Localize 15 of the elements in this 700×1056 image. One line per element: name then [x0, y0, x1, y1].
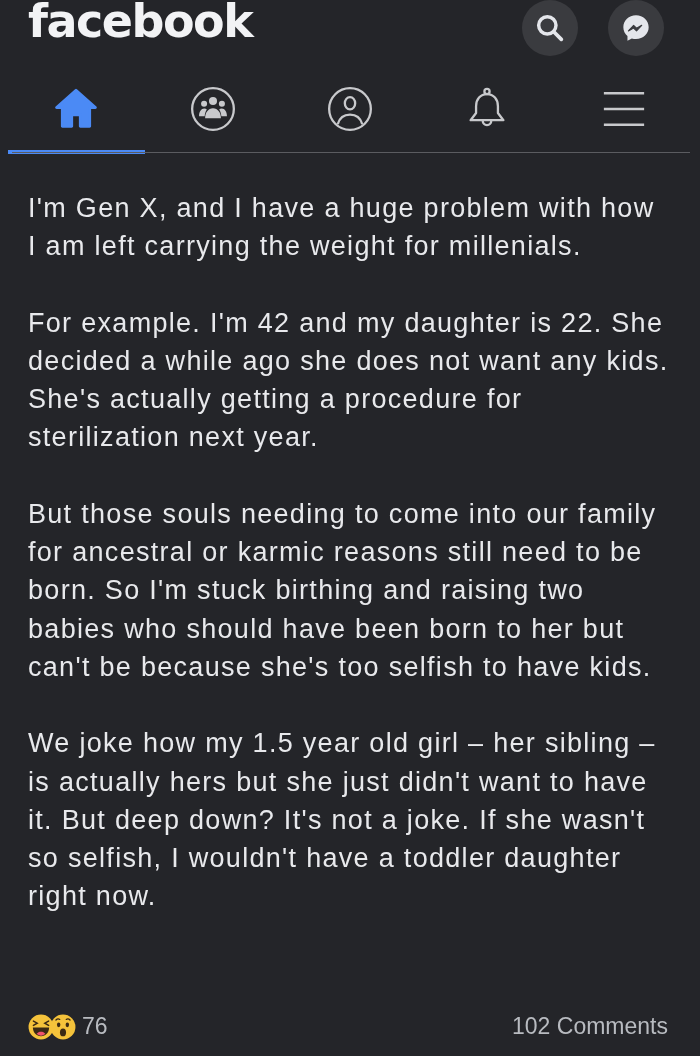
group-icon	[190, 86, 237, 132]
comments-link[interactable]: 102 Comments	[512, 1013, 668, 1040]
messenger-button[interactable]	[608, 0, 664, 56]
search-button[interactable]	[522, 0, 578, 56]
reaction-count[interactable]: 76	[82, 1013, 108, 1040]
profile-icon	[327, 86, 373, 132]
post-paragraph: But those souls needing to come into our family for ancestral or karmic reasons still need to be born. So I'm stuck birthing and raising two babies who should have been born to her but can't be because she's too selfish to have kids.	[28, 497, 658, 684]
facebook-logo: facebook	[28, 0, 253, 46]
post-paragraph: I'm Gen X, and I have a huge problem with how I am left carrying the weight for millenials.	[28, 192, 656, 264]
chat-bubble-icon	[620, 12, 652, 44]
search-icon	[534, 12, 566, 44]
laughing-emoji-icon	[28, 1013, 54, 1040]
surprised-emoji-icon	[50, 1013, 76, 1040]
post-paragraph: For example. I'm 42 and my daughter is 22. She decided a while ago she does not want any kids. She's actually getting a procedure for sterilization next year.	[28, 306, 670, 455]
post-paragraph: We joke how my 1.5 year old girl – her sibling – is actually hers but she just didn't want to have it. But deep down? It's not a joke. If she wasn't so selfish, I wouldn't have a toddler daughter right now.	[28, 727, 657, 914]
